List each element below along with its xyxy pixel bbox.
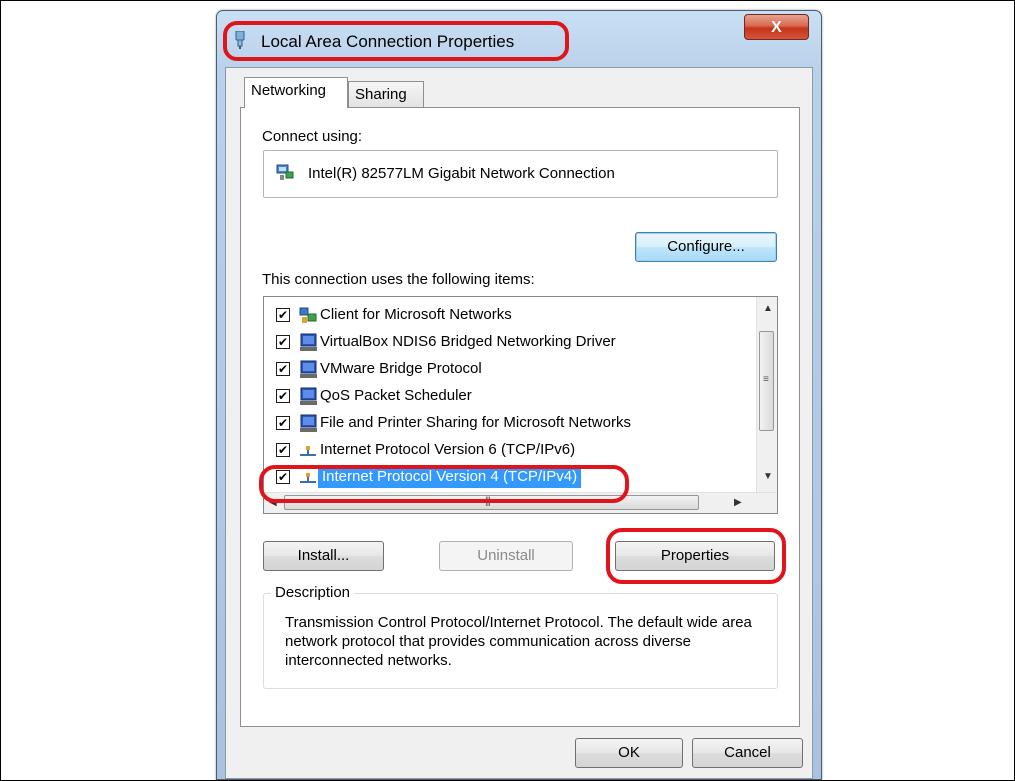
item-checkbox[interactable]: ✔ xyxy=(276,389,290,403)
list-item[interactable]: ✔ VMware Bridge Protocol xyxy=(264,357,749,383)
network-adapter-icon xyxy=(276,164,294,180)
cancel-button[interactable]: Cancel xyxy=(692,738,803,768)
adapter-name: Intel(R) 82577LM Gigabit Network Connect… xyxy=(308,165,615,182)
install-button[interactable]: Install... xyxy=(263,541,384,571)
properties-window: Local Area Connection Properties X Netwo… xyxy=(216,10,822,780)
title-bar[interactable]: Local Area Connection Properties X xyxy=(217,11,821,69)
monitor-service-icon xyxy=(300,414,317,432)
monitor-service-icon xyxy=(300,387,317,405)
scroll-right-icon[interactable]: ▶ xyxy=(734,497,742,508)
configure-button[interactable]: Configure... xyxy=(635,232,777,262)
scroll-down-icon[interactable]: ▼ xyxy=(763,471,773,482)
description-legend: Description xyxy=(271,584,355,601)
items-label: This connection uses the following items… xyxy=(262,271,535,288)
ok-button[interactable]: OK xyxy=(575,738,683,768)
list-item[interactable]: ✔ File and Printer Sharing for Microsoft… xyxy=(264,411,749,437)
dialog-client-area: Networking Sharing Connect using: Intel(… xyxy=(225,67,813,779)
item-label: VirtualBox NDIS6 Bridged Networking Driv… xyxy=(320,333,616,350)
list-item[interactable]: ✔ QoS Packet Scheduler xyxy=(264,384,749,410)
item-label: QoS Packet Scheduler xyxy=(320,387,472,404)
item-checkbox[interactable]: ✔ xyxy=(276,362,290,376)
uninstall-button[interactable]: Uninstall xyxy=(439,541,573,571)
tab-sharing[interactable]: Sharing xyxy=(348,81,424,108)
list-item[interactable]: ✔ Client for Microsoft Networks xyxy=(264,303,749,329)
networking-panel: Connect using: Intel(R) 82577LM Gigabit … xyxy=(240,107,800,727)
grip-icon: ≡ xyxy=(763,374,769,385)
protocol-icon xyxy=(300,446,316,456)
monitor-service-icon xyxy=(300,360,317,378)
monitor-service-icon xyxy=(300,333,317,351)
ipv4-highlight-ring xyxy=(259,465,629,503)
tab-networking[interactable]: Networking xyxy=(244,77,348,108)
item-checkbox[interactable]: ✔ xyxy=(276,443,290,457)
connect-using-label: Connect using: xyxy=(262,128,363,145)
adapter-display: Intel(R) 82577LM Gigabit Network Connect… xyxy=(263,150,778,198)
scroll-up-icon[interactable]: ▲ xyxy=(763,303,773,314)
item-checkbox[interactable]: ✔ xyxy=(276,416,290,430)
item-label: File and Printer Sharing for Microsoft N… xyxy=(320,414,631,431)
item-checkbox[interactable]: ✔ xyxy=(276,335,290,349)
description-text: Transmission Control Protocol/Internet P… xyxy=(285,614,752,669)
list-item[interactable]: ✔ VirtualBox NDIS6 Bridged Networking Dr… xyxy=(264,330,749,356)
close-button[interactable]: X xyxy=(744,14,809,40)
item-checkbox[interactable]: ✔ xyxy=(276,308,290,322)
item-label: VMware Bridge Protocol xyxy=(320,360,482,377)
vertical-scroll-thumb[interactable]: ≡ xyxy=(759,331,774,431)
item-label: Client for Microsoft Networks xyxy=(320,306,512,323)
vertical-scrollbar[interactable]: ▲ ≡ ▼ xyxy=(756,297,777,493)
list-item[interactable]: ✔ Internet Protocol Version 6 (TCP/IPv6) xyxy=(264,438,749,464)
title-highlight-ring xyxy=(223,21,569,61)
properties-highlight-ring xyxy=(606,528,786,584)
item-label: Internet Protocol Version 6 (TCP/IPv6) xyxy=(320,441,576,458)
client-network-icon xyxy=(299,307,317,323)
